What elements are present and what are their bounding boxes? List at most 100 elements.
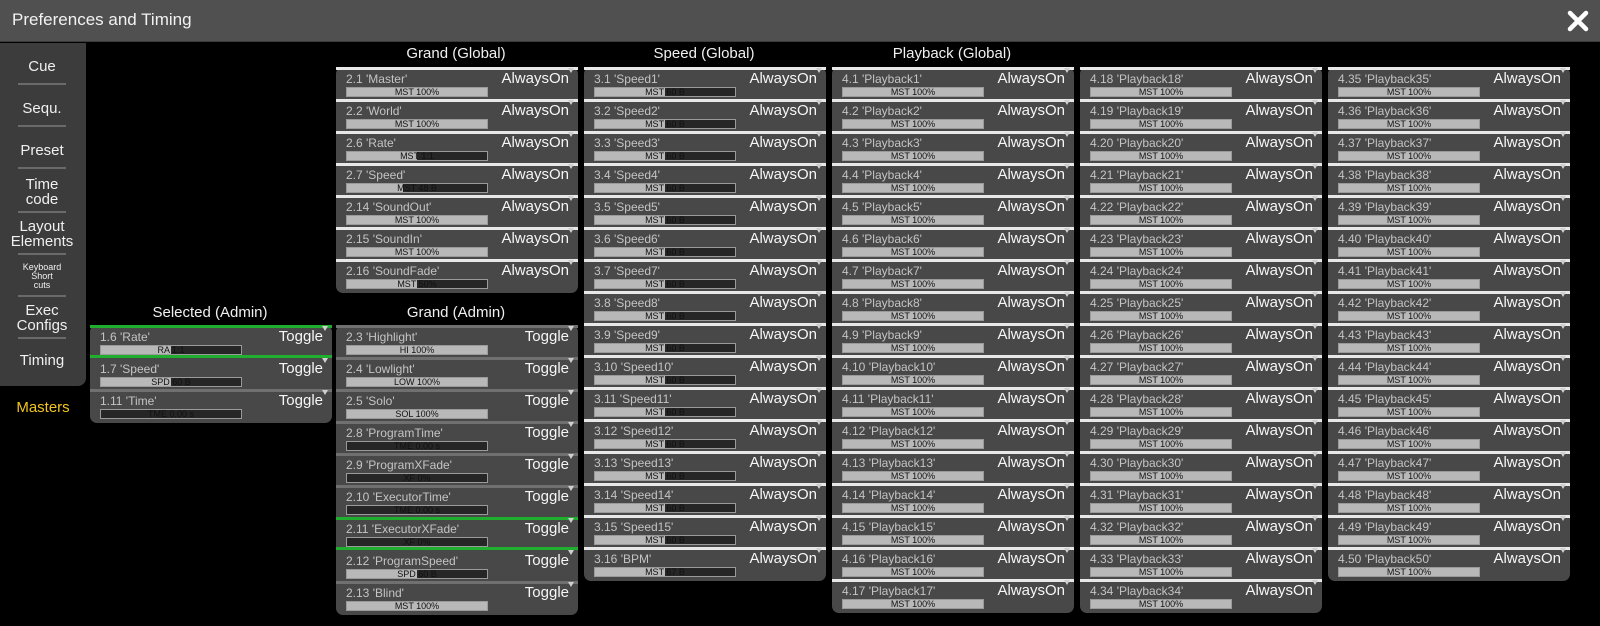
master-row[interactable]: 2.15 'SoundIn' MST 100% AlwaysOn [336, 227, 578, 259]
master-mode-value[interactable]: AlwaysOn [997, 326, 1065, 343]
master-mode-value[interactable]: AlwaysOn [749, 454, 817, 471]
master-row[interactable]: 4.21 'Playback21' MST 100% AlwaysOn [1080, 163, 1322, 195]
master-mode-value[interactable]: AlwaysOn [749, 70, 817, 87]
master-mode-value[interactable]: AlwaysOn [501, 230, 569, 247]
master-mode-value[interactable]: AlwaysOn [501, 262, 569, 279]
master-row[interactable]: 4.44 'Playback44' MST 100% AlwaysOn [1328, 355, 1570, 387]
close-icon[interactable] [1566, 9, 1590, 33]
master-row[interactable]: 3.1 'Speed1' MST 60 B AlwaysOn [584, 67, 826, 99]
master-mode-value[interactable]: AlwaysOn [749, 358, 817, 375]
master-row[interactable]: 4.9 'Playback9' MST 100% AlwaysOn [832, 323, 1074, 355]
master-mode-value[interactable]: Toggle [525, 392, 569, 409]
master-mode-value[interactable]: AlwaysOn [1493, 134, 1561, 151]
master-mode-value[interactable]: AlwaysOn [1245, 166, 1313, 183]
sidebar-item-timecode[interactable]: Time code [6, 175, 78, 209]
master-row[interactable]: 1.11 'Time' TME 0.00 s Toggle [90, 389, 332, 421]
master-mode-value[interactable]: AlwaysOn [1493, 326, 1561, 343]
master-mode-value[interactable]: AlwaysOn [1245, 262, 1313, 279]
master-row[interactable]: 4.15 'Playback15' MST 100% AlwaysOn [832, 515, 1074, 547]
master-mode-value[interactable]: Toggle [525, 424, 569, 441]
master-mode-value[interactable]: AlwaysOn [997, 134, 1065, 151]
master-mode-value[interactable]: AlwaysOn [749, 134, 817, 151]
master-mode-value[interactable]: AlwaysOn [1493, 294, 1561, 311]
master-row[interactable]: 4.35 'Playback35' MST 100% AlwaysOn [1328, 67, 1570, 99]
master-row[interactable]: 4.11 'Playback11' MST 100% AlwaysOn [832, 387, 1074, 419]
master-mode-value[interactable]: AlwaysOn [1245, 294, 1313, 311]
master-row[interactable]: 4.22 'Playback22' MST 100% AlwaysOn [1080, 195, 1322, 227]
master-mode-value[interactable]: AlwaysOn [1493, 70, 1561, 87]
master-row[interactable]: 4.34 'Playback34' MST 100% AlwaysOn [1080, 579, 1322, 611]
master-row[interactable]: 4.6 'Playback6' MST 100% AlwaysOn [832, 227, 1074, 259]
master-row[interactable]: 2.2 'World' MST 100% AlwaysOn [336, 99, 578, 131]
master-row[interactable]: 2.5 'Solo' SOL 100% Toggle [336, 389, 578, 421]
sidebar-item-sequ[interactable]: Sequ. [6, 93, 78, 123]
master-row[interactable]: 4.8 'Playback8' MST 100% AlwaysOn [832, 291, 1074, 323]
master-row[interactable]: 4.41 'Playback41' MST 100% AlwaysOn [1328, 259, 1570, 291]
master-mode-value[interactable]: AlwaysOn [749, 422, 817, 439]
master-row[interactable]: 3.4 'Speed4' MST 60 B AlwaysOn [584, 163, 826, 195]
master-mode-value[interactable]: AlwaysOn [1245, 230, 1313, 247]
master-mode-value[interactable]: AlwaysOn [749, 518, 817, 535]
master-mode-value[interactable]: AlwaysOn [749, 230, 817, 247]
master-mode-value[interactable]: AlwaysOn [749, 102, 817, 119]
master-row[interactable]: 4.3 'Playback3' MST 100% AlwaysOn [832, 131, 1074, 163]
master-row[interactable]: 2.9 'ProgramXFade' XF 0% Toggle [336, 453, 578, 485]
master-mode-value[interactable]: AlwaysOn [1245, 134, 1313, 151]
master-row[interactable]: 3.15 'Speed15' MST 60 B AlwaysOn [584, 515, 826, 547]
master-mode-value[interactable]: Toggle [525, 328, 569, 345]
master-mode-value[interactable]: Toggle [525, 552, 569, 569]
master-mode-value[interactable]: AlwaysOn [1245, 454, 1313, 471]
master-mode-value[interactable]: AlwaysOn [749, 198, 817, 215]
master-mode-value[interactable]: AlwaysOn [501, 198, 569, 215]
master-row[interactable]: 4.49 'Playback49' MST 100% AlwaysOn [1328, 515, 1570, 547]
master-mode-value[interactable]: AlwaysOn [1245, 422, 1313, 439]
master-mode-value[interactable]: AlwaysOn [749, 326, 817, 343]
master-mode-value[interactable]: AlwaysOn [1245, 102, 1313, 119]
master-row[interactable]: 4.30 'Playback30' MST 100% AlwaysOn [1080, 451, 1322, 483]
master-row[interactable]: 3.14 'Speed14' MST 60 B AlwaysOn [584, 483, 826, 515]
master-mode-value[interactable]: AlwaysOn [1493, 166, 1561, 183]
master-row[interactable]: 4.39 'Playback39' MST 100% AlwaysOn [1328, 195, 1570, 227]
master-row[interactable]: 4.37 'Playback37' MST 100% AlwaysOn [1328, 131, 1570, 163]
master-mode-value[interactable]: AlwaysOn [1493, 390, 1561, 407]
master-row[interactable]: 4.2 'Playback2' MST 100% AlwaysOn [832, 99, 1074, 131]
master-mode-value[interactable]: AlwaysOn [997, 486, 1065, 503]
master-mode-value[interactable]: AlwaysOn [1493, 102, 1561, 119]
master-row[interactable]: 4.18 'Playback18' MST 100% AlwaysOn [1080, 67, 1322, 99]
master-mode-value[interactable]: Toggle [525, 584, 569, 601]
master-mode-value[interactable]: AlwaysOn [997, 230, 1065, 247]
master-row[interactable]: 2.11 'ExecutorXFade' XF 0% Toggle [336, 517, 578, 550]
master-row[interactable]: 4.48 'Playback48' MST 100% AlwaysOn [1328, 483, 1570, 515]
master-row[interactable]: 3.11 'Speed11' MST 60 B AlwaysOn [584, 387, 826, 419]
master-row[interactable]: 2.13 'Blind' MST 100% Toggle [336, 581, 578, 613]
master-row[interactable]: 4.31 'Playback31' MST 100% AlwaysOn [1080, 483, 1322, 515]
master-mode-value[interactable]: AlwaysOn [1245, 550, 1313, 567]
master-mode-value[interactable]: AlwaysOn [501, 166, 569, 183]
master-row[interactable]: 4.38 'Playback38' MST 100% AlwaysOn [1328, 163, 1570, 195]
master-row[interactable]: 4.36 'Playback36' MST 100% AlwaysOn [1328, 99, 1570, 131]
master-mode-value[interactable]: AlwaysOn [1493, 550, 1561, 567]
master-mode-value[interactable]: AlwaysOn [1245, 198, 1313, 215]
master-mode-value[interactable]: AlwaysOn [1245, 486, 1313, 503]
sidebar-item-cue[interactable]: Cue [6, 51, 78, 81]
master-mode-value[interactable]: AlwaysOn [1245, 518, 1313, 535]
master-mode-value[interactable]: AlwaysOn [1245, 358, 1313, 375]
master-mode-value[interactable]: AlwaysOn [749, 262, 817, 279]
master-row[interactable]: 3.16 'BPM' MST 67 B AlwaysOn [584, 547, 826, 579]
master-row[interactable]: 3.12 'Speed12' MST 60 B AlwaysOn [584, 419, 826, 451]
master-row[interactable]: 4.10 'Playback10' MST 100% AlwaysOn [832, 355, 1074, 387]
master-mode-value[interactable]: Toggle [279, 328, 323, 345]
master-row[interactable]: 4.46 'Playback46' MST 100% AlwaysOn [1328, 419, 1570, 451]
master-mode-value[interactable]: Toggle [525, 488, 569, 505]
master-row[interactable]: 2.1 'Master' MST 100% AlwaysOn [336, 67, 578, 99]
master-mode-value[interactable]: AlwaysOn [997, 294, 1065, 311]
sidebar-item-exec-configs[interactable]: Exec Configs [6, 301, 78, 335]
master-row[interactable]: 2.7 'Speed' MST 48 B AlwaysOn [336, 163, 578, 195]
master-mode-value[interactable]: AlwaysOn [997, 102, 1065, 119]
master-mode-value[interactable]: AlwaysOn [997, 390, 1065, 407]
master-mode-value[interactable]: AlwaysOn [997, 582, 1065, 599]
master-row[interactable]: 2.12 'ProgramSpeed' SPD 60 B Toggle [336, 549, 578, 581]
master-row[interactable]: 4.19 'Playback19' MST 100% AlwaysOn [1080, 99, 1322, 131]
master-row[interactable]: 3.7 'Speed7' MST 60 B AlwaysOn [584, 259, 826, 291]
master-row[interactable]: 3.13 'Speed13' MST 60 B AlwaysOn [584, 451, 826, 483]
